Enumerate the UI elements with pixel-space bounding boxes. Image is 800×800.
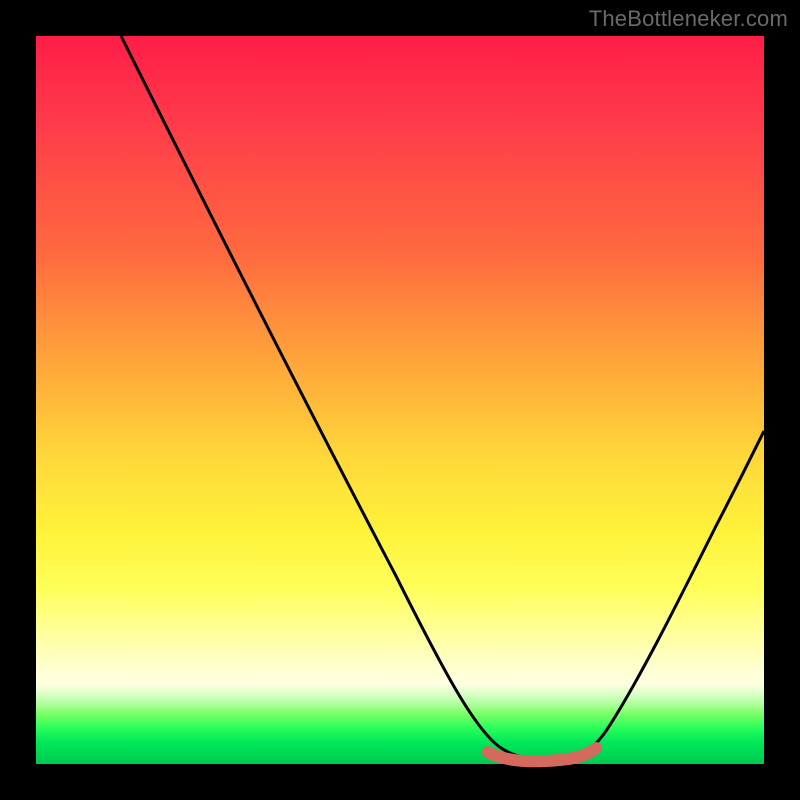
watermark-text: TheBottleneker.com (589, 6, 788, 32)
plot-gradient-area (36, 36, 764, 764)
bottleneck-curve (121, 36, 764, 759)
chart-frame: TheBottleneker.com (0, 0, 800, 800)
curve-layer (36, 36, 764, 764)
